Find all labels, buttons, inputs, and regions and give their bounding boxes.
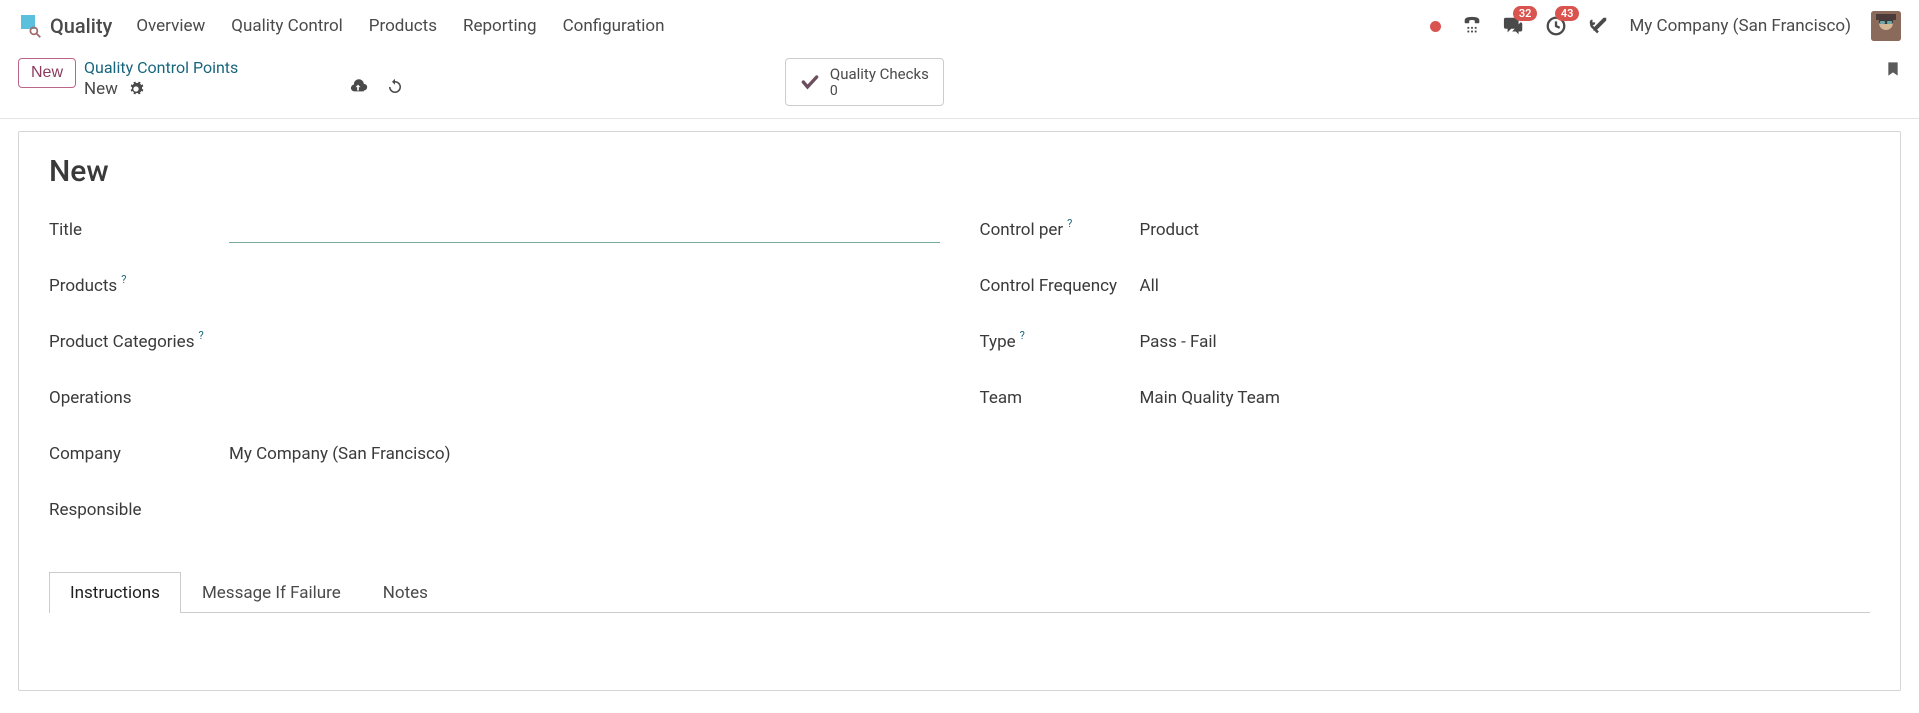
- company-selector[interactable]: My Company (San Francisco): [1629, 16, 1851, 36]
- tab-instructions[interactable]: Instructions: [49, 572, 181, 613]
- type-label: Type?: [980, 332, 1140, 352]
- control-panel-row: New Quality Control Points New Quality C…: [0, 52, 1919, 119]
- navbar: Quality Overview Quality Control Product…: [0, 0, 1919, 52]
- messages-badge: 32: [1513, 6, 1538, 21]
- tab-notes[interactable]: Notes: [362, 572, 449, 613]
- breadcrumb-link[interactable]: Quality Control Points: [84, 58, 238, 77]
- control-per-label: Control per?: [980, 220, 1140, 240]
- activities-badge: 43: [1555, 6, 1580, 21]
- sheet-container: New Title Products? Product Categories? …: [0, 119, 1919, 691]
- nav-quality-control[interactable]: Quality Control: [231, 16, 343, 36]
- control-frequency-label: Control Frequency: [980, 276, 1140, 296]
- control-frequency-value[interactable]: All: [1140, 276, 1871, 296]
- app-name[interactable]: Quality: [50, 14, 112, 38]
- recording-indicator-icon: [1430, 21, 1441, 32]
- bookmark-icon[interactable]: [1885, 58, 1901, 80]
- nav-reporting[interactable]: Reporting: [463, 16, 537, 36]
- tab-message-if-failure[interactable]: Message If Failure: [181, 572, 362, 613]
- type-value[interactable]: Pass - Fail: [1140, 332, 1871, 352]
- nav-overview[interactable]: Overview: [136, 16, 205, 36]
- title-input[interactable]: [229, 218, 940, 243]
- nav-menu: Overview Quality Control Products Report…: [136, 16, 664, 36]
- nav-products[interactable]: Products: [369, 16, 437, 36]
- quality-checks-button[interactable]: Quality Checks 0: [785, 58, 944, 106]
- user-avatar[interactable]: [1871, 11, 1901, 41]
- check-icon: [800, 72, 820, 92]
- status-icons: [348, 78, 404, 98]
- team-label: Team: [980, 388, 1140, 408]
- quality-checks-count: 0: [830, 83, 929, 99]
- nav-configuration[interactable]: Configuration: [563, 16, 665, 36]
- help-icon[interactable]: ?: [1020, 329, 1025, 342]
- navbar-right: 32 43 My Company (San Francisco): [1430, 11, 1901, 41]
- form-tabs: Instructions Message If Failure Notes: [49, 571, 1870, 613]
- help-icon[interactable]: ?: [1067, 217, 1072, 230]
- sheet-title: New: [49, 154, 1870, 189]
- cloud-save-icon[interactable]: [348, 78, 368, 98]
- form-left-column: Title Products? Product Categories? Oper…: [49, 215, 940, 551]
- tools-icon[interactable]: [1587, 15, 1609, 37]
- new-button[interactable]: New: [18, 58, 76, 88]
- company-value[interactable]: My Company (San Francisco): [229, 444, 940, 464]
- team-value[interactable]: Main Quality Team: [1140, 388, 1871, 408]
- breadcrumb-current: New: [84, 79, 118, 99]
- form-right-column: Control per? Product Control Frequency A…: [980, 215, 1871, 551]
- help-icon[interactable]: ?: [121, 273, 126, 286]
- product-categories-label: Product Categories?: [49, 332, 229, 352]
- operations-label: Operations: [49, 388, 229, 408]
- app-logo-icon[interactable]: [18, 15, 40, 37]
- discard-icon[interactable]: [386, 78, 404, 98]
- help-icon[interactable]: ?: [198, 329, 203, 342]
- activities-icon[interactable]: 43: [1545, 15, 1567, 37]
- responsible-label: Responsible: [49, 500, 229, 520]
- quality-checks-label: Quality Checks: [830, 65, 929, 83]
- control-per-value[interactable]: Product: [1140, 220, 1871, 240]
- gear-icon[interactable]: [128, 81, 144, 97]
- breadcrumb: Quality Control Points New: [84, 58, 238, 99]
- products-label: Products?: [49, 276, 229, 296]
- messages-icon[interactable]: 32: [1503, 15, 1525, 37]
- title-label: Title: [49, 220, 229, 240]
- company-label: Company: [49, 444, 229, 464]
- form-sheet: New Title Products? Product Categories? …: [18, 131, 1901, 691]
- phone-icon[interactable]: [1461, 15, 1483, 37]
